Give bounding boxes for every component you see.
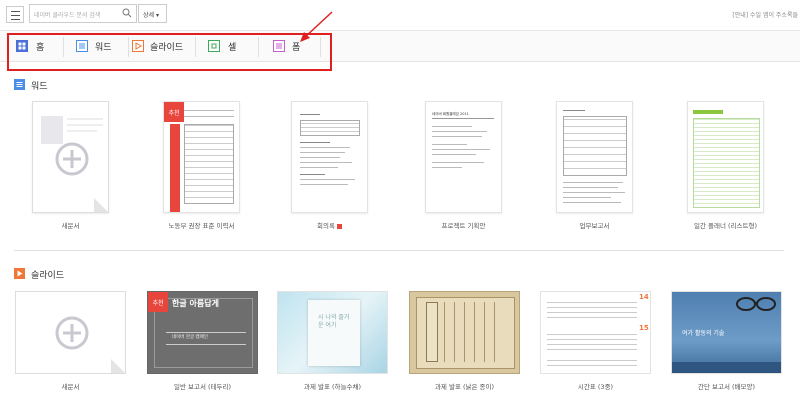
photo-placeholder (41, 116, 63, 144)
template-old-paper[interactable] (409, 291, 520, 374)
template-caption: 새문서 (61, 222, 80, 230)
slide-title: 한글 아름답게 (172, 299, 219, 308)
planner-header (693, 110, 723, 114)
template-caption: 노동부 권장 표준 이력서 (168, 222, 235, 230)
planner-grid (693, 118, 760, 208)
top-bar: 네이버 클라우드 문서 검색 상세 ▾ [안내] 수일 앱이 주소록들 (0, 0, 800, 30)
search-placeholder: 네이버 클라우드 문서 검색 (34, 12, 101, 19)
template-caption: 업무보고서 (579, 222, 610, 230)
slide-subtitle: 네이버 한글 캠페인 (172, 335, 208, 340)
template-caption: 간단 보고서 (배모양) (697, 383, 756, 391)
plus-circle-icon (55, 142, 89, 176)
template-business-report[interactable] (556, 101, 633, 213)
template-caption: 시간표 (3중) (577, 383, 614, 391)
search-input[interactable]: 네이버 클라우드 문서 검색 (29, 4, 137, 23)
template-minutes[interactable] (291, 101, 368, 213)
annotation-arrow (300, 11, 333, 42)
detail-search-button[interactable]: 상세 ▾ (138, 4, 167, 23)
new-mark-icon (336, 223, 342, 229)
recommend-badge: 추천 (164, 102, 184, 122)
section-title-slide: 슬라이드 (31, 271, 65, 281)
template-report-border[interactable]: 추천 한글 아름답게 네이버 한글 캠페인 (147, 291, 258, 374)
template-daily-planner[interactable] (687, 101, 764, 213)
template-caption: 일반 보고서 (테두리) (173, 383, 232, 391)
template-caption: 과제 발표 (하늘수채) (303, 383, 362, 391)
template-caption: 일간 플래너 (리스트형) (693, 222, 758, 230)
date-number: 15 (639, 324, 649, 332)
slide-text: 시 나의 즐거운 여가 (318, 314, 350, 329)
page-fold (94, 198, 108, 212)
recommend-badge: 추천 (148, 292, 168, 312)
notice-link[interactable]: [안내] 수일 앱이 주소록들 (732, 10, 798, 19)
template-resume[interactable]: 추천 (163, 101, 240, 213)
document-icon (14, 79, 25, 90)
page-fold (111, 359, 125, 373)
template-caption: 과제 발표 (낡은 종이) (434, 383, 495, 391)
plus-circle-icon (55, 316, 89, 350)
red-bar (170, 124, 180, 212)
template-caption: 프로젝트 기획안 (441, 222, 486, 230)
template-caption: 새문서 (61, 383, 80, 391)
glasses-icon (736, 297, 776, 311)
template-caption: 회의록 (291, 220, 368, 230)
play-icon (14, 268, 25, 279)
doc-title: 네이버 회원클레임 2011 (432, 112, 469, 116)
section-title-word: 워드 (31, 82, 48, 92)
template-watercolor[interactable]: 시 나의 즐거운 여가 (277, 291, 388, 374)
highlight-box (7, 33, 332, 71)
template-boat[interactable]: 여가 활동의 기술 (671, 291, 782, 374)
slide-text: 여가 활동의 기술 (682, 330, 725, 337)
section-divider (14, 250, 784, 251)
menu-button[interactable] (6, 6, 24, 23)
template-project-plan[interactable]: 네이버 회원클레임 2011 (425, 101, 502, 213)
template-timetable[interactable]: 14 15 (540, 291, 651, 374)
template-new-word[interactable] (32, 101, 109, 213)
resume-table (184, 124, 234, 204)
search-icon[interactable] (122, 8, 132, 18)
date-number: 14 (639, 293, 649, 301)
template-new-slide[interactable] (15, 291, 126, 374)
